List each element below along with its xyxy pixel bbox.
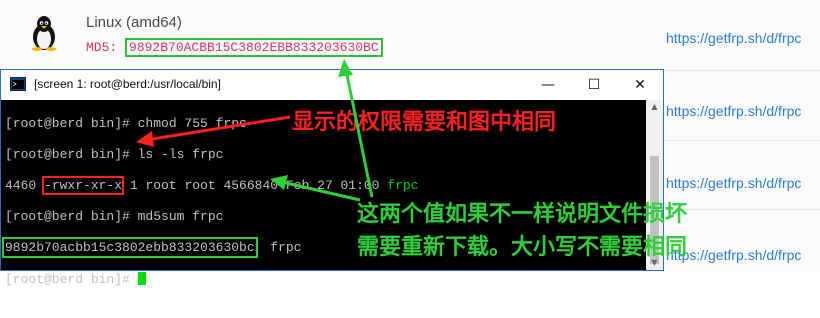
- title-bar[interactable]: [screen 1: root@berd:/usr/local/bin] — ☐…: [1, 70, 663, 100]
- terminal-prompt-line[interactable]: [root@berd bin]#: [5, 271, 646, 288]
- close-button[interactable]: ✕: [617, 70, 663, 100]
- maximize-button[interactable]: ☐: [571, 70, 617, 100]
- os-title: Linux (amd64): [86, 14, 182, 31]
- text-cursor: [137, 271, 146, 285]
- permission-annotation: 显示的权限需要和图中相同: [292, 110, 557, 135]
- md5-label: MD5:: [86, 40, 126, 55]
- md5-value: 9892B70ACBB15C3802EBB833203630BC: [125, 38, 383, 57]
- md5-annotation-line1: 这两个值如果不一样说明文件损坏: [357, 202, 688, 227]
- terminal-line: [root@berd bin]# ls -ls frpc: [5, 146, 224, 162]
- minimize-button[interactable]: —: [525, 70, 571, 100]
- file-size: 4460: [5, 177, 45, 193]
- scroll-up-icon[interactable]: ▲: [646, 100, 663, 114]
- file-details: 1 root root 4566840 Feb 27 01:00: [122, 177, 388, 193]
- terminal-line: 4460 -rwxr-xr-x 1 root root 4566840 Feb …: [5, 175, 646, 195]
- prompt: [root@berd bin]#: [5, 271, 138, 287]
- download-link-1[interactable]: https://getfrp.sh/d/frpc: [666, 30, 801, 46]
- window-title: [screen 1: root@berd:/usr/local/bin]: [34, 77, 221, 91]
- download-link-3[interactable]: https://getfrp.sh/d/frpc: [666, 175, 801, 191]
- md5-hash-output: 9892b70acbb15c3802ebb833203630bc: [2, 237, 258, 259]
- md5-annotation-line2: 需要重新下载。大小写不需要相同: [357, 235, 688, 260]
- linux-tux-icon: [32, 16, 56, 51]
- terminal-app-icon: [10, 77, 26, 91]
- file-name: frpc: [387, 177, 419, 193]
- hash-file-name: frpc: [254, 240, 302, 256]
- download-link-2[interactable]: https://getfrp.sh/d/frpc: [666, 103, 801, 119]
- permission-string: -rwxr-xr-x: [42, 175, 125, 195]
- md5-line: MD5: 9892B70ACBB15C3802EBB833203630BC: [86, 38, 383, 57]
